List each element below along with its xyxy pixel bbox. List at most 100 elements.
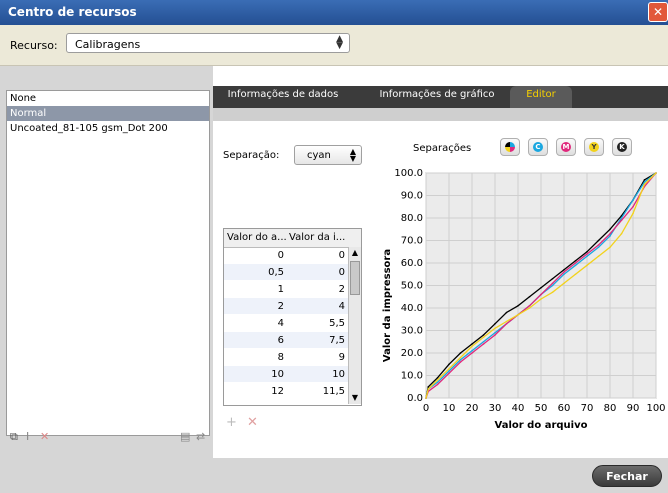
table-row[interactable]: 89	[224, 349, 348, 365]
list-item[interactable]: Uncoated_81-105 gsm_Dot 200	[7, 121, 209, 136]
file-value-cell[interactable]: 0,5	[268, 267, 284, 278]
list-item[interactable]: None	[7, 91, 209, 106]
printer-value-cell[interactable]: 9	[339, 352, 345, 363]
table-row[interactable]: 6 7,5	[224, 332, 348, 348]
printer-value-cell[interactable]: 10	[332, 369, 345, 380]
resource-select-value: Calibragens	[75, 38, 141, 51]
table-scrollbar[interactable]: ▲ ▼	[348, 247, 361, 404]
y-tick-label: 80.0	[401, 213, 423, 224]
printer-value-cell[interactable]: 0	[339, 267, 345, 278]
printer-value-cell[interactable]: 0	[339, 250, 345, 261]
y-axis-label: Valor da impressora	[382, 249, 393, 362]
scroll-down-icon[interactable]: ▼	[349, 392, 361, 404]
sync-icon[interactable]: ⇄	[196, 430, 205, 443]
printer-value-cell[interactable]: 7,5	[329, 335, 345, 346]
table-row[interactable]: 12	[224, 281, 348, 297]
data-point	[436, 379, 439, 381]
y-tick-label: 70.0	[401, 236, 423, 247]
printer-value-cell[interactable]: 11,5	[323, 386, 345, 397]
data-point	[436, 376, 439, 379]
data-point	[551, 277, 554, 280]
printer-value-cell[interactable]: 4	[339, 301, 345, 312]
file-value-cell[interactable]: 12	[271, 386, 284, 397]
table-row[interactable]: 12 11,5	[224, 383, 348, 399]
x-tick-label: 20	[466, 403, 479, 414]
save-icon[interactable]: ▤	[180, 430, 190, 443]
scroll-up-icon[interactable]: ▲	[349, 247, 361, 259]
file-value-cell[interactable]: 2	[278, 301, 284, 312]
y-tick-label: 0.0	[407, 393, 423, 404]
printer-value-cell[interactable]: 5,5	[329, 318, 345, 329]
data-point	[643, 181, 646, 183]
table-row[interactable]: 0,5 0	[224, 264, 348, 280]
data-point	[482, 336, 485, 339]
file-value-cell[interactable]: 4	[278, 318, 284, 329]
list-item-selected[interactable]: Normal	[7, 106, 209, 121]
updown-arrows-icon: ▲ ▼	[349, 147, 356, 163]
column-header-printer-value[interactable]: Valor da i...	[289, 232, 345, 243]
data-point	[505, 320, 508, 323]
separation-chip-yellow[interactable]: Y	[584, 138, 604, 156]
yellow-icon: Y	[589, 142, 599, 152]
rename-icon[interactable]: I	[26, 430, 29, 443]
tab-chart-info[interactable]: Informações de gráfico	[363, 86, 511, 108]
printer-value-cell[interactable]: 2	[339, 284, 345, 295]
data-point	[574, 259, 577, 262]
scroll-thumb[interactable]	[350, 261, 360, 295]
y-tick-label: 90.0	[401, 191, 423, 202]
table-row[interactable]: 4 5,5	[224, 315, 348, 331]
resource-row: Recurso: Calibragens ▲ ▼	[0, 25, 668, 66]
column-header-file-value[interactable]: Valor do a...	[227, 232, 287, 243]
data-point	[436, 383, 439, 386]
delete-icon[interactable]: ✕	[40, 430, 49, 443]
data-point	[597, 244, 600, 246]
tab-editor[interactable]: Editor	[510, 86, 572, 108]
data-point	[448, 372, 450, 375]
x-tick-label: 100	[646, 403, 665, 414]
data-point	[505, 311, 508, 314]
window-title: Centro de recursos	[8, 5, 137, 19]
table-row[interactable]: 00	[224, 247, 348, 263]
data-point	[517, 313, 519, 316]
separation-chip-black[interactable]: K	[612, 138, 632, 156]
table-header: Valor do a... Valor da i...	[224, 229, 361, 248]
data-point	[436, 381, 439, 384]
file-value-cell[interactable]: 10	[271, 369, 284, 380]
separation-select[interactable]: cyan ▲ ▼	[294, 145, 362, 165]
data-point	[597, 255, 600, 258]
data-point	[528, 295, 531, 298]
data-point	[609, 232, 611, 235]
add-point-icon[interactable]: +	[226, 415, 237, 430]
separation-chip-all[interactable]	[500, 138, 520, 156]
data-point	[471, 352, 473, 354]
table-row[interactable]: 10 10	[224, 366, 348, 382]
file-value-cell[interactable]: 1	[278, 284, 284, 295]
resource-select[interactable]: Calibragens ▲ ▼	[66, 33, 350, 53]
magenta-icon: M	[561, 142, 571, 152]
data-point	[471, 343, 473, 345]
duplicate-icon[interactable]: ⧉	[10, 430, 18, 444]
close-window-button[interactable]: ✕	[648, 2, 668, 22]
data-point	[597, 246, 600, 249]
file-value-cell[interactable]: 6	[278, 335, 284, 346]
x-tick-label: 70	[581, 403, 594, 414]
file-value-cell[interactable]: 8	[278, 352, 284, 363]
x-tick-label: 10	[443, 403, 456, 414]
y-tick-label: 100.0	[394, 168, 423, 179]
data-point	[643, 178, 646, 181]
updown-arrows-icon: ▲ ▼	[336, 34, 343, 51]
separation-chip-cyan[interactable]: C	[528, 138, 548, 156]
y-tick-label: 40.0	[401, 303, 423, 314]
file-value-cell[interactable]: 0	[278, 250, 284, 261]
cyan-icon: C	[533, 142, 543, 152]
close-button[interactable]: Fechar	[592, 465, 662, 487]
separation-select-value: cyan	[307, 150, 331, 161]
tab-data-info[interactable]: Informações de dados	[213, 86, 353, 108]
remove-point-icon[interactable]: ✕	[247, 415, 258, 430]
data-point	[427, 385, 430, 388]
data-point	[597, 239, 600, 242]
table-row[interactable]: 24	[224, 298, 348, 314]
data-point	[551, 284, 554, 287]
data-point	[586, 253, 588, 255]
separation-chip-magenta[interactable]: M	[556, 138, 576, 156]
